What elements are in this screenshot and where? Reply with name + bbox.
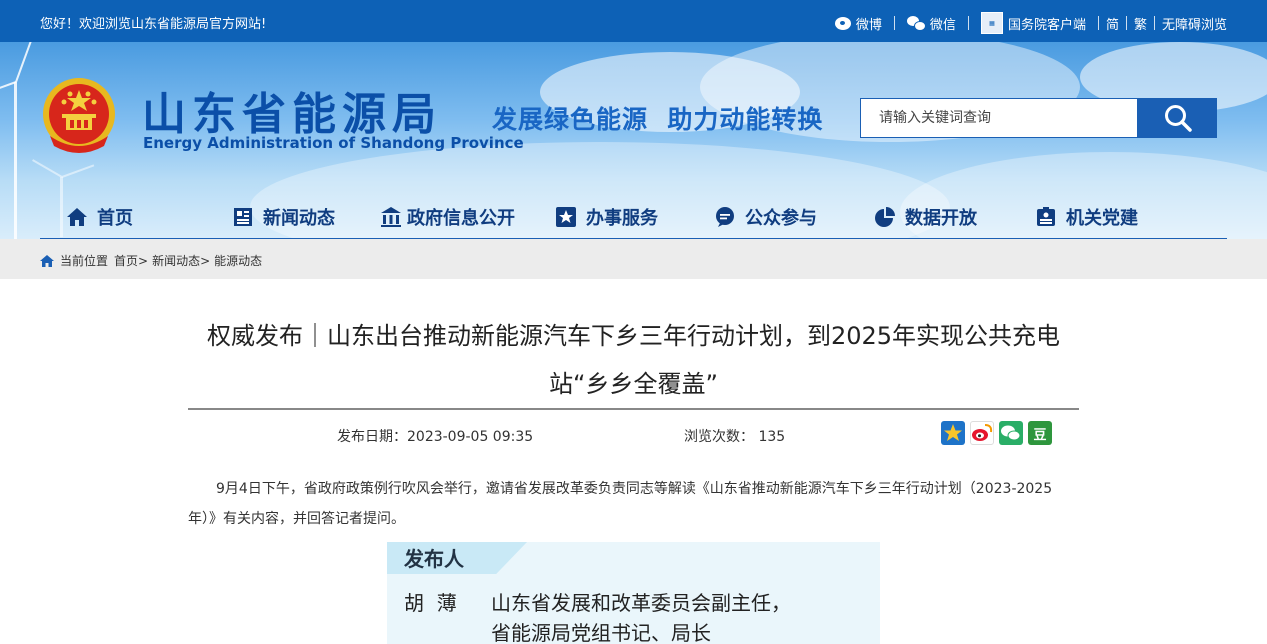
- wind-turbine: [14, 82, 17, 239]
- nav-item-gov-info[interactable]: 政府信息公开: [380, 204, 515, 230]
- wechat-share-button[interactable]: [999, 421, 1023, 445]
- breadcrumb-current[interactable]: 能源动态: [214, 252, 262, 269]
- image-tab-label: 发布人: [404, 547, 464, 571]
- nav-item-label: 办事服务: [586, 208, 658, 229]
- wind-turbine-blade: [32, 159, 63, 178]
- view-count: 浏览次数： 135: [684, 429, 786, 445]
- slogan: 发展绿色能源 助力动能转换: [492, 105, 824, 134]
- nav-item-label: 政府信息公开: [407, 208, 515, 229]
- traditional-link[interactable]: 繁: [1127, 14, 1154, 33]
- welcome-text: 您好！欢迎浏览山东省能源局官方网站!: [40, 17, 267, 32]
- breadcrumb-prefix: 当前位置: [60, 254, 109, 268]
- pie-chart-icon: [875, 207, 895, 227]
- wechat-icon: [906, 16, 926, 31]
- nav-item-label: 数据开放: [905, 208, 977, 229]
- simplified-link[interactable]: 简: [1099, 14, 1126, 33]
- weibo-label: 微博: [855, 17, 882, 33]
- nav-item-services[interactable]: 办事服务: [555, 204, 658, 230]
- weibo-icon: [972, 424, 993, 441]
- breadcrumb-inner: 当前位置 首页> 新闻动态> 能源动态: [40, 252, 262, 269]
- star-icon: [556, 207, 576, 227]
- search-icon: [1164, 105, 1192, 132]
- simplified-label: 简: [1105, 17, 1119, 33]
- wechat-link[interactable]: 微信: [895, 14, 968, 33]
- title-divider: [188, 408, 1079, 410]
- government-icon: [381, 207, 401, 227]
- national-emblem-icon: [43, 78, 115, 153]
- search-input[interactable]: [860, 98, 1138, 138]
- weibo-icon: [834, 16, 851, 30]
- top-bar: 您好！欢迎浏览山东省能源局官方网站! 微博 微信 ▦ 国务院客户端 简 繁 无障…: [0, 0, 1267, 42]
- nav-item-open-data[interactable]: 数据开放: [874, 204, 977, 230]
- accessible-label: 无障碍浏览: [1161, 17, 1227, 33]
- douban-share-button[interactable]: 豆: [1028, 421, 1052, 445]
- nav-item-label: 新闻动态: [263, 208, 335, 229]
- location-home-icon: [40, 254, 54, 267]
- breadcrumb-home[interactable]: 首页>: [114, 252, 148, 269]
- speaker-name: 胡 薄: [404, 591, 457, 615]
- search-bar: [860, 98, 1217, 138]
- site-title-english: Energy Administration of Shandong Provin…: [143, 134, 524, 152]
- nav-item-participation[interactable]: 公众参与: [714, 204, 817, 230]
- search-button[interactable]: [1138, 98, 1217, 138]
- nav-item-label: 首页: [97, 208, 133, 229]
- weibo-share-button[interactable]: [970, 421, 994, 445]
- douban-icon: 豆: [1033, 427, 1047, 443]
- site-title: 山东省能源局: [142, 89, 442, 140]
- article-paragraph: 9月4日下午，省政府政策例行吹风会举行，邀请省发展改革委负责同志等解读《山东省推…: [188, 481, 1053, 527]
- publish-date: 发布日期：2023-09-05 09:35: [337, 429, 534, 445]
- news-icon: [234, 208, 252, 226]
- article-image: 发布人 胡 薄 山东省发展和改革委员会副主任， 省能源局党组书记、局长: [387, 542, 880, 644]
- traditional-label: 繁: [1133, 17, 1147, 33]
- favorite-share-button[interactable]: [941, 421, 965, 445]
- speaker-role-line1: 山东省发展和改革委员会副主任，: [491, 591, 791, 615]
- accessible-link[interactable]: 无障碍浏览: [1155, 14, 1227, 33]
- nav-item-news[interactable]: 新闻动态: [232, 204, 335, 230]
- nav-item-label: 机关党建: [1066, 208, 1138, 229]
- top-links: 微博 微信 ▦ 国务院客户端 简 繁 无障碍浏览: [823, 12, 1227, 34]
- site-header: 山东省能源局 Energy Administration of Shandong…: [0, 42, 1267, 239]
- gov-client-link[interactable]: ▦ 国务院客户端: [969, 12, 1098, 34]
- badge-icon: [1037, 207, 1055, 226]
- nav-item-party-building[interactable]: 机关党建: [1035, 204, 1138, 230]
- weibo-link[interactable]: 微博: [823, 14, 894, 33]
- breadcrumb: 当前位置 首页> 新闻动态> 能源动态: [0, 239, 1267, 279]
- article-title: 权威发布｜山东出台推动新能源汽车下乡三年行动计划，到2025年实现公共充电站“乡…: [206, 322, 1061, 398]
- gov-client-label: 国务院客户端: [1007, 17, 1086, 33]
- gov-client-icon: ▦: [980, 12, 1003, 34]
- chat-icon: [716, 207, 734, 227]
- nav-item-label: 公众参与: [745, 208, 817, 229]
- home-icon: [67, 208, 87, 226]
- wind-turbine-blade: [15, 42, 38, 83]
- nav-item-home[interactable]: 首页: [66, 204, 133, 230]
- speaker-role-line2: 省能源局党组书记、局长: [491, 621, 711, 644]
- wechat-icon: [1001, 425, 1021, 441]
- star-icon: [944, 424, 962, 441]
- wechat-label: 微信: [929, 17, 956, 33]
- breadcrumb-news[interactable]: 新闻动态>: [152, 252, 210, 269]
- wind-turbine-blade: [61, 164, 95, 178]
- main-nav: 首页 新闻动态 政府信息公开 办事服务 公众参与 数据开放 机关党建: [40, 194, 1227, 239]
- share-bar: 豆: [941, 421, 1052, 445]
